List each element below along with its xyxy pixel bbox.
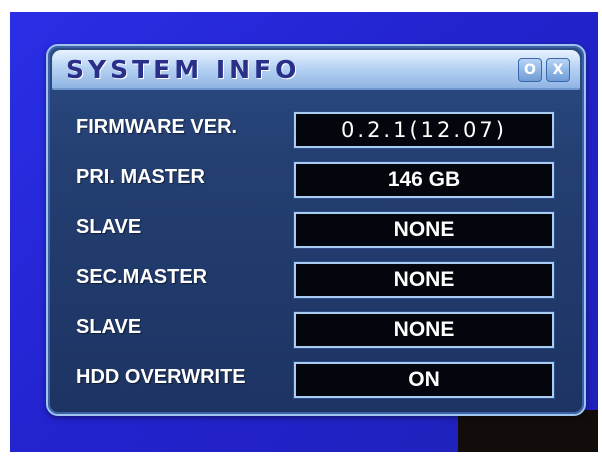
primary-slave-value: NONE — [294, 212, 554, 248]
secondary-master-label: SEC.MASTER — [76, 266, 208, 288]
info-row-primary-slave: SLAVE NONE — [72, 212, 562, 262]
info-row-secondary-slave: SLAVE NONE — [72, 312, 562, 362]
screen-bezel-corner — [458, 410, 598, 452]
hdd-overwrite-label: HDD OVERWRITE — [76, 366, 246, 388]
secondary-master-value: NONE — [294, 262, 554, 298]
info-row-hdd-overwrite: HDD OVERWRITE ON — [72, 362, 562, 412]
primary-master-value: 146 GB — [294, 162, 554, 198]
dialog-title: SYSTEM INFO — [66, 55, 301, 84]
hdd-overwrite-value[interactable]: ON — [294, 362, 554, 398]
close-button[interactable]: X — [546, 58, 570, 82]
firmware-value: 0.2.1(12.07) — [294, 112, 554, 148]
info-row-primary-master: PRI. MASTER 146 GB — [72, 162, 562, 212]
option-button[interactable]: O — [518, 58, 542, 82]
firmware-label: FIRMWARE VER. — [76, 116, 238, 138]
primary-slave-label: SLAVE — [76, 216, 142, 238]
secondary-slave-label: SLAVE — [76, 316, 142, 338]
primary-master-label: PRI. MASTER — [76, 166, 205, 188]
dialog-titlebar: SYSTEM INFO O X — [52, 50, 580, 90]
secondary-slave-value: NONE — [294, 312, 554, 348]
info-row-firmware: FIRMWARE VER. 0.2.1(12.07) — [72, 112, 562, 162]
system-info-dialog: SYSTEM INFO O X FIRMWARE VER. 0.2.1(12.0… — [46, 44, 586, 416]
info-row-secondary-master: SEC.MASTER NONE — [72, 262, 562, 312]
info-rows: FIRMWARE VER. 0.2.1(12.07) PRI. MASTER 1… — [72, 112, 562, 412]
